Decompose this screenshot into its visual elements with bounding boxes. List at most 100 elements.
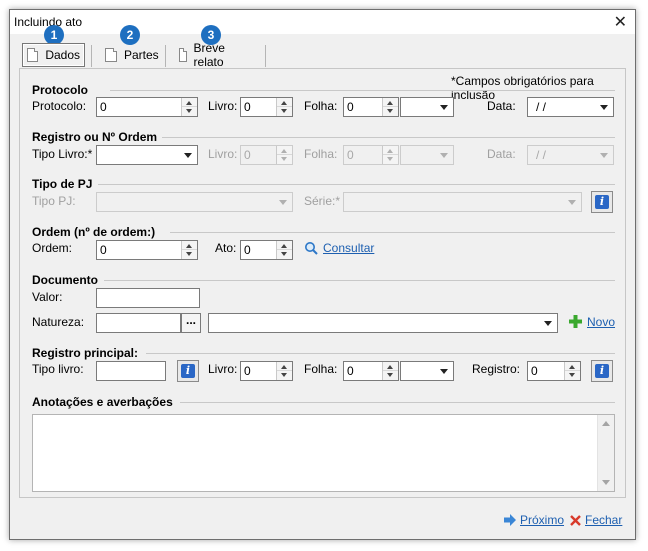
close-x-icon (570, 515, 581, 526)
ordem-value: 0 (100, 243, 107, 257)
document-icon (179, 48, 187, 62)
tipo-livro-dropdown[interactable] (96, 145, 198, 165)
section-title-ordem: Ordem (nº de ordem:) (32, 225, 156, 239)
chevron-down-icon (600, 153, 608, 158)
info-button-tipo-pj[interactable]: i (591, 191, 613, 213)
serie-label: Série:* (304, 194, 341, 208)
section-title-documento: Documento (32, 273, 98, 287)
natureza-code-input[interactable] (96, 313, 181, 333)
section-title-registro-principal: Registro principal: (32, 346, 139, 360)
folha-suffix-dropdown[interactable] (400, 97, 454, 117)
registro-folha-suffix-dropdown (400, 145, 454, 165)
rp-registro-input[interactable]: 0 (527, 361, 581, 381)
section-divider (146, 353, 615, 354)
livro-spinner[interactable] (276, 98, 292, 116)
rp-registro-spinner[interactable] (564, 362, 580, 380)
tab-partes[interactable]: Partes (105, 43, 159, 67)
data-label: Data: (487, 99, 516, 113)
natureza-lookup-button[interactable]: ... (181, 313, 201, 333)
fechar-button[interactable]: Fechar (585, 513, 622, 527)
anotacoes-textarea[interactable] (32, 414, 615, 492)
novo-link[interactable]: Novo (587, 315, 615, 329)
ato-spinner[interactable] (276, 241, 292, 259)
registro-folha-spinner (382, 146, 398, 164)
section-title-protocolo: Protocolo (32, 83, 88, 97)
ato-input[interactable]: 0 (240, 240, 293, 260)
protocolo-spinner[interactable] (181, 98, 197, 116)
natureza-label: Natureza: (32, 315, 85, 329)
registro-data-label: Data: (487, 147, 516, 161)
magnifier-icon (305, 242, 318, 255)
title-bar: Incluindo ato ✕ (10, 10, 635, 34)
rp-folha-suffix-dropdown[interactable] (400, 361, 454, 381)
section-divider (170, 232, 615, 233)
info-icon: i (595, 364, 609, 378)
proximo-button[interactable]: Próximo (520, 513, 564, 527)
registro-folha-value: 0 (347, 148, 354, 162)
registro-folha-input: 0 (343, 145, 399, 165)
rp-registro-label: Registro: (472, 362, 521, 376)
tab-label: Dados (45, 48, 80, 62)
livro-value: 0 (244, 100, 251, 114)
section-divider (110, 90, 615, 91)
info-button-registro[interactable]: i (591, 360, 613, 382)
tab-label: Breve relato (193, 41, 225, 69)
chevron-down-icon (544, 321, 552, 326)
folha-value: 0 (347, 100, 354, 114)
chevron-down-icon (568, 200, 576, 205)
info-button-registro-principal[interactable]: i (177, 360, 199, 382)
registro-data-picker: / / (527, 145, 614, 165)
rp-folha-input[interactable]: 0 (343, 361, 399, 381)
chevron-down-icon (440, 105, 448, 110)
tab-label: Partes (124, 48, 159, 62)
rp-tipo-livro-input[interactable] (96, 361, 166, 381)
folha-input[interactable]: 0 (343, 97, 399, 117)
ato-label: Ato: (215, 241, 237, 255)
chevron-down-icon (184, 153, 192, 158)
chevron-down-icon (600, 105, 608, 110)
registro-folha-label: Folha: (304, 147, 338, 161)
rp-livro-label: Livro: (208, 362, 238, 376)
rp-folha-spinner[interactable] (382, 362, 398, 380)
rp-tipo-livro-label: Tipo livro: (32, 362, 84, 376)
folha-label: Folha: (304, 99, 338, 113)
section-divider (98, 184, 615, 185)
tab-divider (91, 45, 92, 67)
consultar-link[interactable]: Consultar (323, 241, 374, 255)
dialog-window: Incluindo ato ✕ 1 2 3 Dados Partes Breve… (9, 9, 636, 540)
tab-divider (265, 45, 266, 67)
tipo-pj-dropdown (96, 192, 293, 212)
ordem-spinner[interactable] (181, 241, 197, 259)
natureza-dropdown[interactable] (208, 313, 558, 333)
tab-dados[interactable]: Dados (22, 43, 85, 67)
section-divider (180, 402, 615, 403)
serie-dropdown (343, 192, 582, 212)
data-date-picker[interactable]: / / (527, 97, 614, 117)
valor-label: Valor: (32, 290, 63, 304)
plus-icon (569, 315, 582, 328)
rp-livro-input[interactable]: 0 (240, 361, 293, 381)
livro-input[interactable]: 0 (240, 97, 293, 117)
ordem-label: Ordem: (32, 241, 73, 255)
registro-livro-label: Livro: (208, 147, 238, 161)
section-title-anotacoes: Anotações e averbações (32, 395, 173, 409)
tab-breve-relato[interactable]: Breve relato (179, 41, 229, 69)
step-badge-1: 1 (44, 25, 64, 45)
section-title-tipo-pj: Tipo de PJ (32, 177, 93, 191)
vertical-scrollbar[interactable] (597, 415, 614, 491)
ordem-input[interactable]: 0 (96, 240, 198, 260)
rp-folha-value: 0 (347, 364, 354, 378)
rp-livro-spinner[interactable] (276, 362, 292, 380)
valor-input[interactable] (96, 288, 200, 308)
livro-label: Livro: (208, 99, 238, 113)
registro-livro-input: 0 (240, 145, 293, 165)
ato-value: 0 (244, 243, 251, 257)
rp-folha-label: Folha: (304, 362, 338, 376)
close-icon[interactable]: ✕ (614, 12, 627, 32)
protocolo-input[interactable]: 0 (96, 97, 198, 117)
chevron-down-icon (279, 200, 287, 205)
rp-registro-value: 0 (531, 364, 538, 378)
data-value: / / (536, 100, 547, 114)
section-divider (104, 280, 615, 281)
folha-spinner[interactable] (382, 98, 398, 116)
